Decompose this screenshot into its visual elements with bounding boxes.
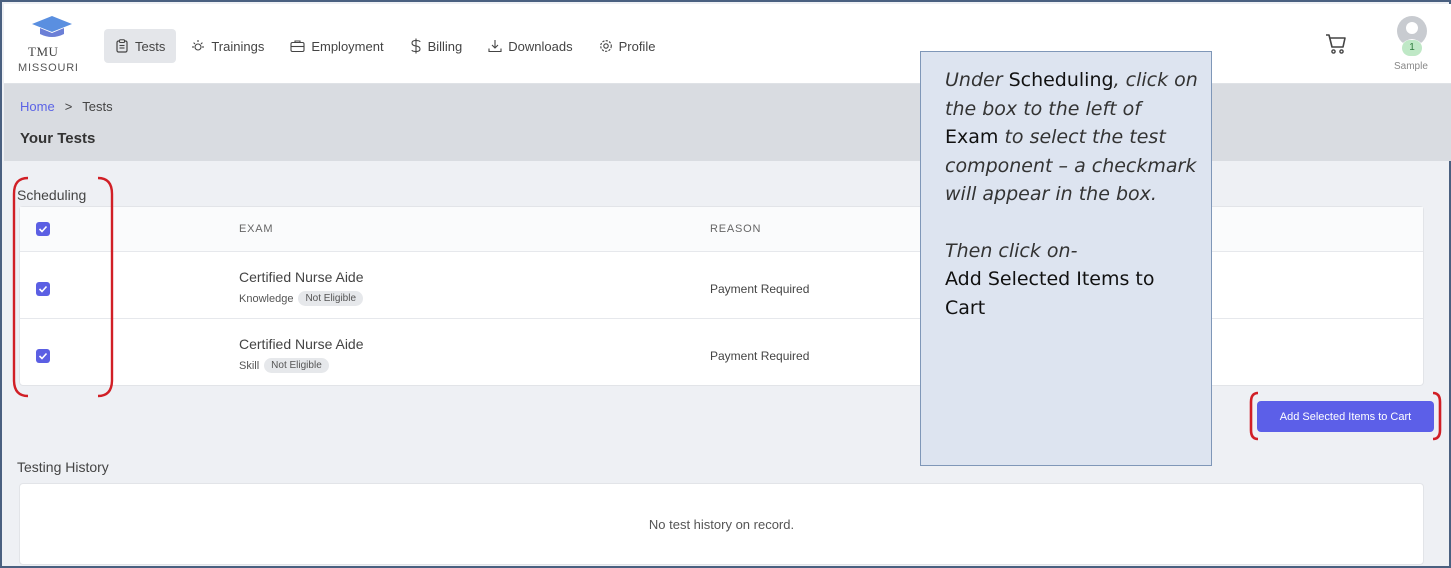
logo-text-tmu: TMU	[28, 44, 59, 59]
clipboard-icon	[116, 39, 128, 53]
exam-details: Knowledge Not Eligible	[239, 291, 364, 306]
column-header-reason: REASON	[710, 223, 762, 235]
nav-downloads-label: Downloads	[508, 38, 573, 54]
nav-profile-label: Profile	[618, 38, 656, 54]
reason-text: Payment Required	[710, 282, 810, 296]
callout-keyword-scheduling: Scheduling	[1008, 69, 1114, 91]
status-badge: Not Eligible	[298, 291, 364, 306]
scheduling-table: EXAM REASON Certified Nurse Aide Knowled…	[19, 206, 1424, 386]
table-row: Certified Nurse Aide Skill Not Eligible …	[20, 319, 1423, 387]
user-name: Sample	[1394, 61, 1428, 72]
breadcrumb-home-link[interactable]: Home	[20, 99, 55, 114]
page-title: Your Tests	[20, 130, 96, 147]
main-nav: Tests Trainings Employment Billing Downl…	[104, 29, 670, 63]
nav-employment-label: Employment	[311, 38, 384, 54]
reason-text: Payment Required	[710, 349, 810, 363]
nav-trainings-label: Trainings	[211, 38, 265, 54]
exam-details: Skill Not Eligible	[239, 358, 329, 373]
nav-trainings[interactable]: Trainings	[180, 29, 275, 63]
callout-keyword-exam: Exam	[945, 126, 999, 148]
table-row: Certified Nurse Aide Knowledge Not Eligi…	[20, 252, 1423, 319]
cart-icon[interactable]	[1324, 32, 1348, 56]
exam-name: Certified Nurse Aide	[239, 336, 364, 352]
download-icon	[488, 40, 502, 53]
callout-keyword-add-to-cart: Add Selected Items to Cart	[945, 268, 1155, 319]
callout-text: Then click on-	[945, 239, 1078, 262]
browser-frame: TMU MISSOURI Tests Trainings Employment …	[0, 0, 1451, 568]
nav-profile[interactable]: Profile	[588, 29, 667, 63]
user-avatar[interactable]: 1 Sample	[1394, 16, 1434, 78]
nav-tests[interactable]: Tests	[104, 29, 177, 63]
tmu-logo[interactable]: TMU MISSOURI	[18, 14, 98, 78]
nav-billing[interactable]: Billing	[399, 29, 474, 63]
empty-history-message: No test history on record.	[648, 517, 795, 532]
logo-text-state: MISSOURI	[18, 62, 79, 74]
nav-billing-label: Billing	[427, 38, 463, 54]
gear-icon	[599, 40, 612, 52]
top-navigation: TMU MISSOURI Tests Trainings Employment …	[4, 4, 1451, 84]
sun-icon	[192, 40, 205, 51]
column-header-exam: EXAM	[239, 223, 274, 235]
breadcrumb-current: Tests	[82, 99, 113, 114]
annotation-bracket-cart-button	[1249, 391, 1442, 441]
annotation-bracket-checkboxes	[12, 176, 114, 398]
dollar-icon	[411, 38, 421, 54]
briefcase-icon	[290, 40, 305, 53]
graduation-cap-icon	[32, 16, 72, 37]
nav-tests-label: Tests	[135, 38, 166, 54]
status-badge: Not Eligible	[264, 358, 329, 373]
exam-name: Certified Nurse Aide	[239, 269, 364, 285]
cart-count-badge: 1	[1402, 40, 1422, 56]
breadcrumb: Home > Tests	[20, 99, 113, 114]
testing-history-heading: Testing History	[17, 459, 109, 475]
nav-employment[interactable]: Employment	[279, 29, 394, 63]
callout-text: Under	[945, 69, 1003, 91]
breadcrumb-separator: >	[64, 99, 73, 114]
exam-type: Skill	[239, 359, 260, 372]
table-header-row: EXAM REASON	[20, 207, 1423, 252]
instruction-callout: Under Scheduling, click on the box to th…	[920, 51, 1212, 466]
page-header: Home > Tests Your Tests	[4, 84, 1451, 161]
nav-downloads[interactable]: Downloads	[477, 29, 583, 63]
testing-history-panel: No test history on record.	[19, 483, 1424, 565]
exam-type: Knowledge	[239, 292, 294, 305]
